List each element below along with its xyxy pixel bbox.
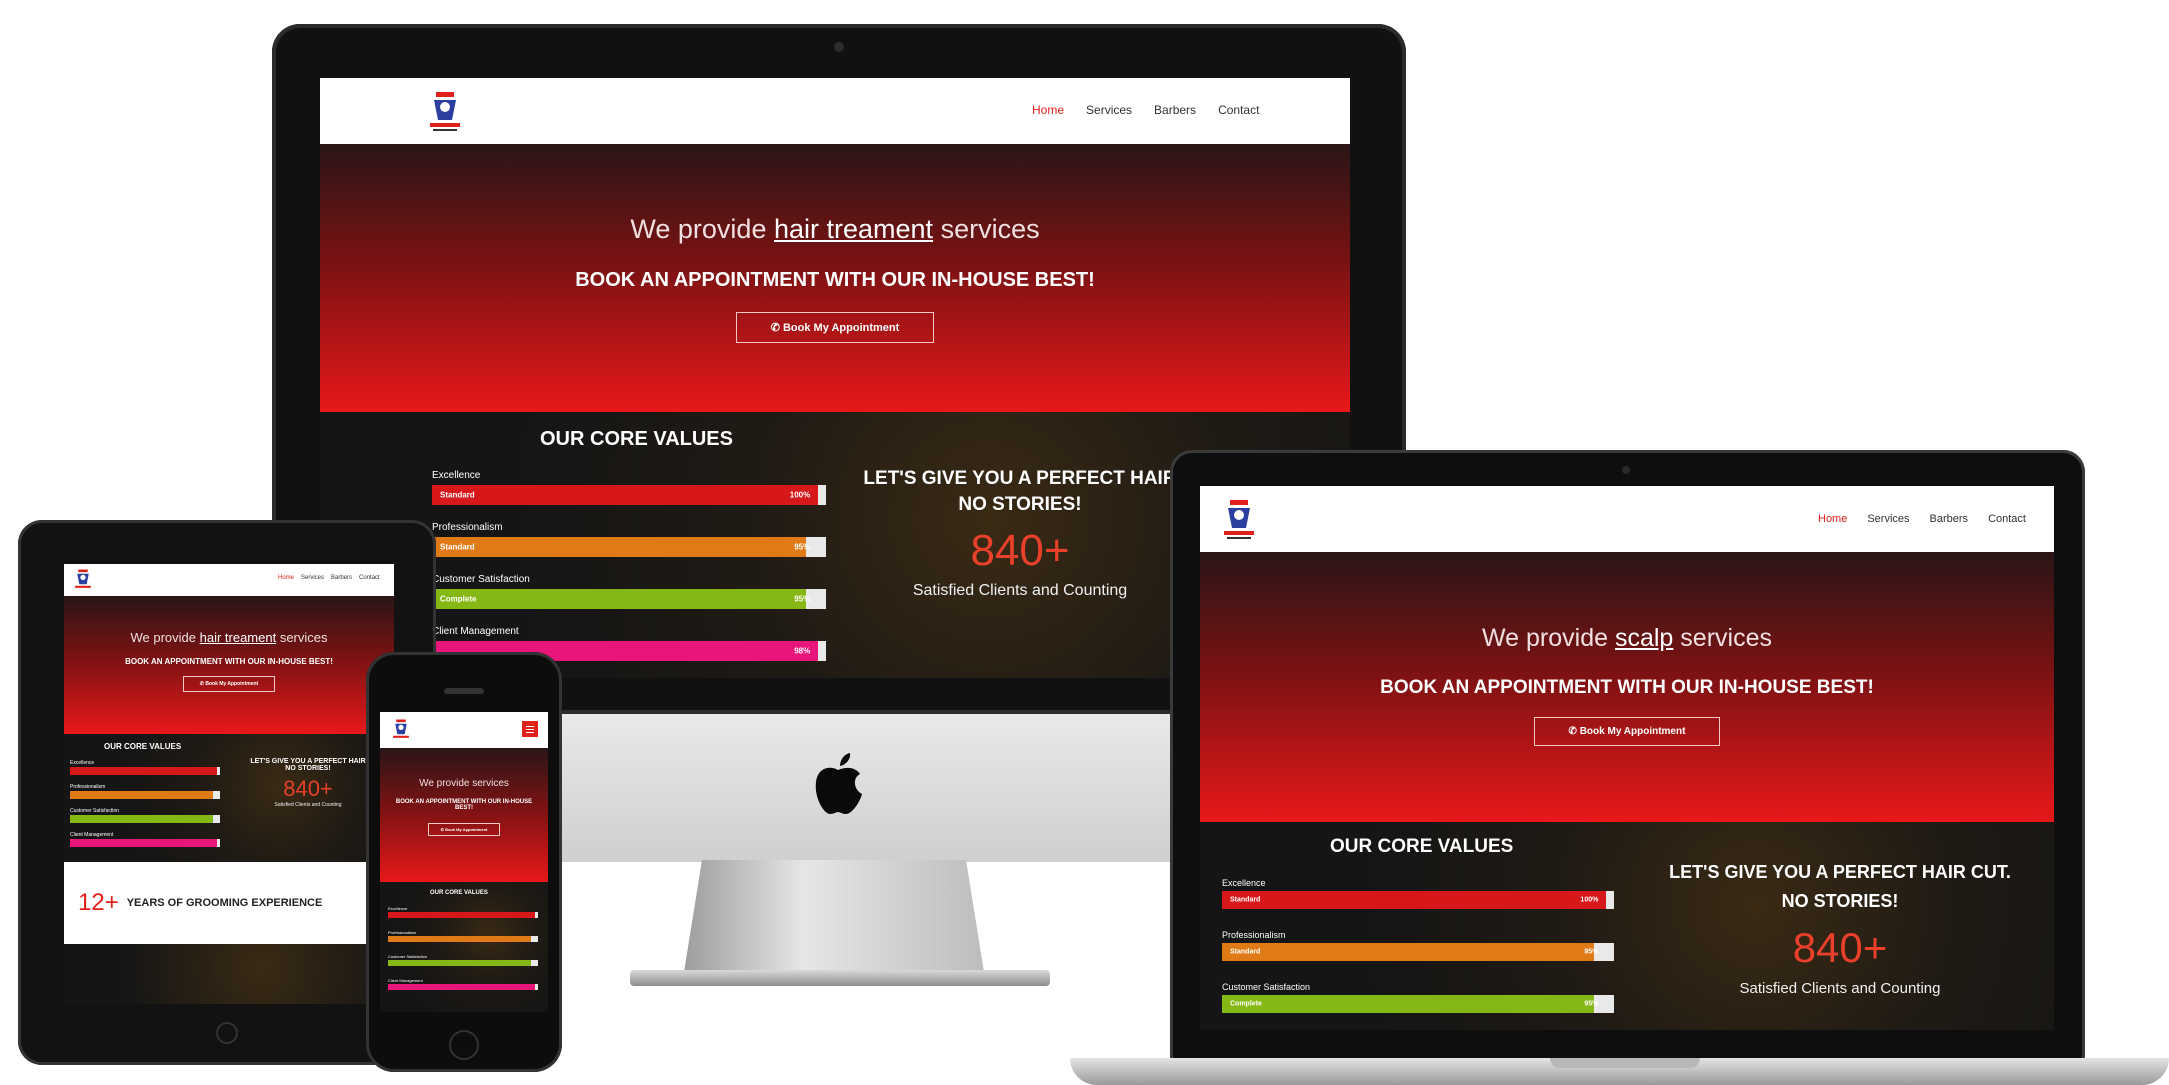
nav-contact[interactable]: Contact [1218,103,1259,117]
imac-stand-base [630,970,1050,986]
slogan-line-1: LET'S GIVE YOU A PERFECT HAIR CUT. [1669,862,2011,882]
experience-years: 12+ [78,889,119,916]
barber-logo-icon[interactable] [72,568,94,592]
value-bar-professionalism: Professionalism [70,784,220,799]
imac-camera [834,42,844,52]
hero-service-word: hair treament [199,630,277,645]
value-bar-excellence: Excellence [70,760,220,775]
tablet-screen: Home Services Barbers Contact We provide… [64,564,394,1004]
value-bar-professionalism: Professionalism [388,930,538,942]
core-values-title: OUR CORE VALUES [104,742,182,751]
book-appointment-button[interactable]: ✆ Book My Appointment [1533,717,1721,746]
book-appointment-button[interactable]: ✆ Book My Appointment [735,312,935,343]
book-appointment-button[interactable]: ✆ Book My Appointment [182,676,276,692]
barber-logo-icon[interactable] [390,718,412,742]
hero-book-headline: BOOK AN APPOINTMENT WITH OUR IN-HOUSE BE… [125,657,333,666]
clients-count: 840+ [1792,924,1888,971]
value-bar-client-management: Client Management [388,978,538,990]
phone-home-button [449,1030,479,1060]
hero-service-word: hair treament [773,214,934,244]
core-values-title: OUR CORE VALUES [430,890,488,896]
hero-section: We provide hair treament services BOOK A… [320,144,1350,412]
slogan-line-1: LET'S GIVE YOU A PERFECT HAIR [863,468,1177,489]
phone-speaker [444,688,484,694]
nav-home[interactable]: Home [1032,103,1064,117]
laptop-screen: Home Services Barbers Contact We provide… [1200,486,2054,1030]
nav-home[interactable]: Home [1818,513,1847,525]
hero-section: We provide services BOOK AN APPOINTMENT … [380,748,548,882]
value-bar-customer-satisfaction: Customer Satisfaction Complete 95% [432,574,826,609]
barber-logo-icon[interactable] [1218,498,1260,542]
apple-logo-icon [815,753,862,814]
value-bar-customer-satisfaction: Customer Satisfaction [388,954,538,966]
experience-text: YEARS OF GROOMING EXPERIENCE [126,897,323,909]
core-values-section: OUR CORE VALUES Excellence Professionali… [64,734,394,862]
core-values-section: OUR CORE VALUES Excellence Professionali… [380,882,548,1012]
navbar: Home Services Barbers Contact [64,564,394,596]
nav-barbers[interactable]: Barbers [1154,103,1196,117]
hero-book-headline: BOOK AN APPOINTMENT WITH OUR IN-HOUSE BE… [575,269,1095,291]
menu-icon[interactable] [522,721,538,737]
barber-logo-icon[interactable] [424,90,466,134]
hero-provide-text: We provide hair treament services [630,214,1040,244]
hero-service-word: scalp [1614,624,1674,652]
core-values-title: OUR CORE VALUES [1330,836,1514,857]
value-bar-excellence: Excellence Standard 100% [1222,878,1614,909]
book-appointment-button[interactable]: ✆ Book My Appointment [427,823,501,836]
nav-services[interactable]: Services [301,575,324,581]
experience-block: 12+ YEARS OF GROOMING EXPERIENCE [64,862,394,944]
laptop-notch [1550,1058,1700,1068]
nav-contact[interactable]: Contact [359,575,380,581]
clients-count-label: Satisfied Clients and Counting [912,582,1128,599]
nav-home[interactable]: Home [278,575,294,581]
value-bar-professionalism: Professionalism Standard 95% [432,522,826,557]
laptop-camera [1622,466,1630,474]
nav-contact[interactable]: Contact [1988,513,2026,525]
navbar: Home Services Barbers Contact [320,78,1350,144]
hero-provide-text: We provide services [419,778,509,789]
navbar [380,712,548,748]
core-values-section: OUR CORE VALUES Excellence Standard 100% … [1200,822,2054,1030]
imac-stand [684,860,984,972]
navbar: Home Services Barbers Contact [1200,486,2054,552]
phone-screen: We provide services BOOK AN APPOINTMENT … [380,712,548,1012]
hero-book-headline: BOOK AN APPOINTMENT WITH OUR IN-HOUSE BE… [395,799,533,811]
hero-section: We provide scalp services BOOK AN APPOIN… [1200,552,2054,822]
device-mockup-stage: Home Services Barbers Contact We provide… [0,0,2169,1085]
nav-barbers[interactable]: Barbers [331,575,352,581]
hero-book-headline: BOOK AN APPOINTMENT WITH OUR IN-HOUSE BE… [1380,677,1874,698]
nav-barbers[interactable]: Barbers [1930,513,1969,525]
slogan-line-2: NO STORIES! [958,494,1082,515]
core-values-title: OUR CORE VALUES [540,428,733,450]
nav-services[interactable]: Services [1867,513,1909,525]
hero-section: We provide hair treament services BOOK A… [64,596,394,734]
slogan-line-2: NO STORIES! [1781,891,1899,911]
hero-provide-text: We provide scalp services [1482,624,1772,652]
stats-block: LET'S GIVE YOU A PERFECT HAIR NO STORIES… [840,468,1200,600]
hero-provide-text: We provide hair treament services [130,630,328,645]
stats-block: LET'S GIVE YOU A PERFECT HAIR CUT. NO ST… [1630,862,2050,997]
clients-count-label: Satisfied Clients and Counting [1739,980,1941,997]
tablet-home-button [216,1022,238,1044]
value-bar-excellence: Excellence Standard 100% [432,470,826,505]
value-bar-client-management: Client Management [70,832,220,847]
value-bar-excellence: Excellence [388,906,538,918]
value-bar-professionalism: Professionalism Standard 95% [1222,930,1614,961]
value-bar-customer-satisfaction: Customer Satisfaction Complete 95% [1222,982,1614,1013]
clients-count: 840+ [970,526,1070,575]
tablet-footer-image [64,944,394,1004]
nav-services[interactable]: Services [1086,103,1132,117]
value-bar-customer-satisfaction: Customer Satisfaction [70,808,220,823]
